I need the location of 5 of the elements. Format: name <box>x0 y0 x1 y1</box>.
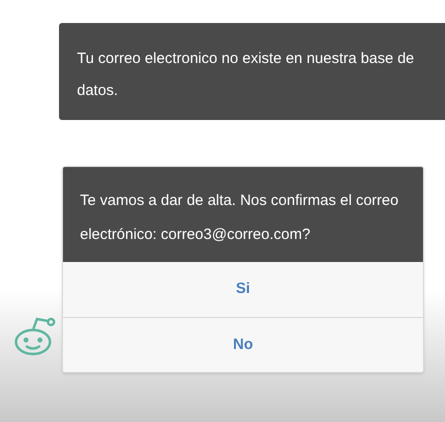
option-button[interactable]: No <box>63 317 423 372</box>
message-text: Te vamos a dar de alta. Nos confirmas el correo electrónico: correo3@correo.com? <box>80 191 400 245</box>
robot-icon <box>12 315 58 357</box>
option-button[interactable]: Si <box>63 262 423 317</box>
message-text: Tu correo electronico no existe en nuestra base de datos. <box>77 49 416 101</box>
